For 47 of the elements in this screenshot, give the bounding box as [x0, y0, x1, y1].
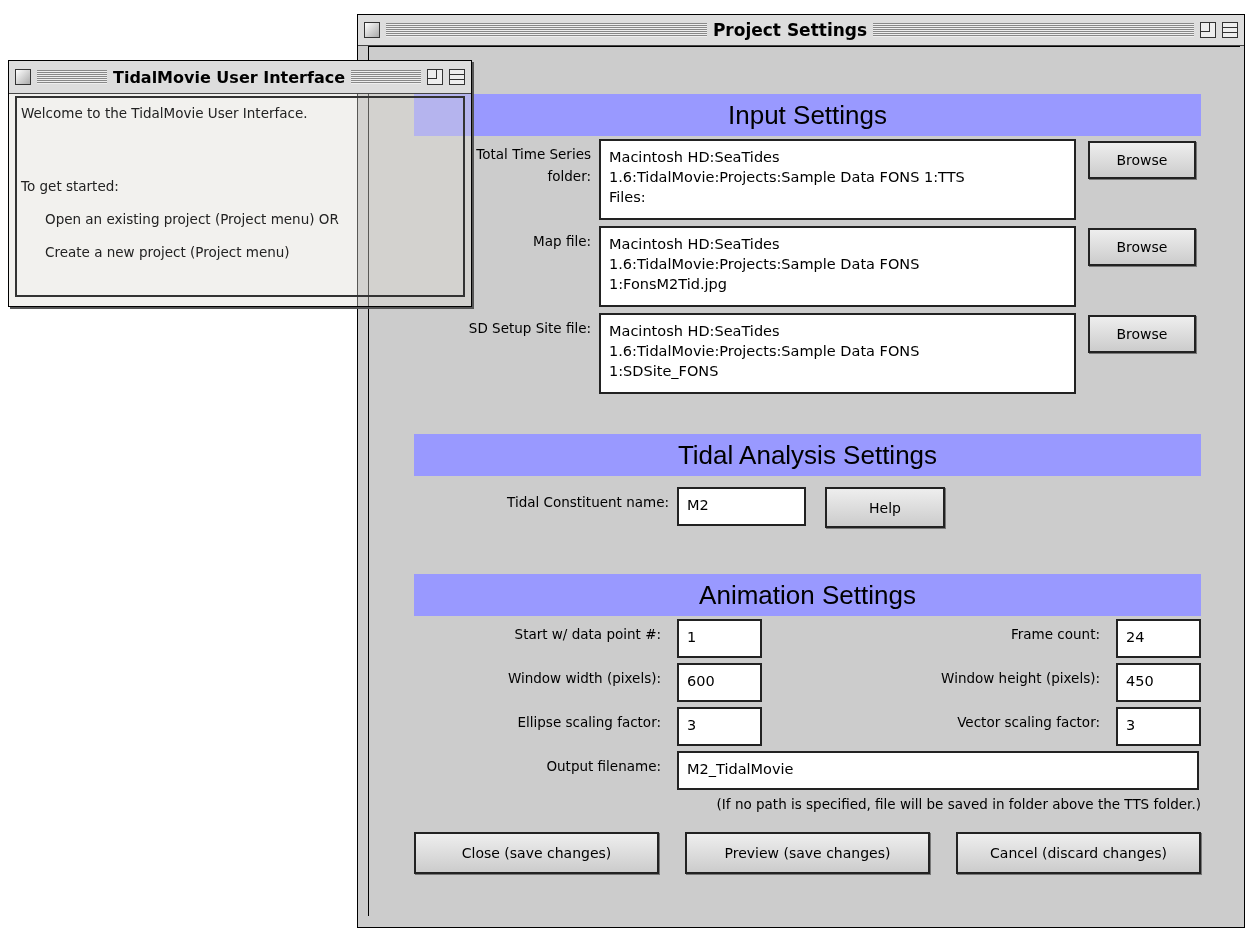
input-field[interactable]: 3 — [1116, 707, 1201, 746]
close-box-icon[interactable] — [15, 69, 31, 85]
title-stripes — [351, 70, 421, 84]
help-button[interactable]: Help — [825, 487, 945, 528]
field-label: Window width (pixels): — [506, 669, 661, 688]
path-field[interactable]: Macintosh HD:SeaTides 1.6:TidalMovie:Projects:Sample Data FONS 1:FonsM2Tid.jpg — [599, 226, 1076, 307]
input-field[interactable]: 600 — [677, 663, 762, 702]
close-box-icon[interactable] — [364, 22, 380, 38]
welcome-text: Open an existing project (Project menu) OR — [44, 210, 340, 229]
input-field[interactable]: 3 — [677, 707, 762, 746]
field-label: Frame count: — [1010, 625, 1100, 644]
zoom-box-icon[interactable] — [1200, 22, 1216, 38]
window-title: TidalMovie User Interface — [113, 67, 346, 87]
path-field[interactable]: Macintosh HD:SeaTides 1.6:TidalMovie:Projects:Sample Data FONS 1:SDSite_FONS — [599, 313, 1076, 394]
welcome-text: Welcome to the TidalMovie User Interface. — [21, 104, 309, 123]
field-label: Total Time Series folder: — [475, 145, 591, 186]
title-stripes — [37, 70, 107, 84]
field-label: Tidal Constituent name: — [506, 493, 669, 512]
input-field[interactable]: 1 — [677, 619, 762, 658]
input-field[interactable]: 450 — [1116, 663, 1201, 702]
zoom-box-icon[interactable] — [427, 69, 443, 85]
window-title: Project Settings — [712, 20, 868, 40]
collapse-box-icon[interactable] — [1222, 22, 1238, 38]
welcome-text: To get started: — [21, 177, 120, 196]
input-field[interactable]: M2 — [677, 487, 806, 526]
input-field[interactable]: 24 — [1116, 619, 1201, 658]
browse-button[interactable]: Browse — [1088, 315, 1196, 353]
section-heading: Input Settings — [414, 94, 1201, 136]
welcome-text: Create a new project (Project menu) — [44, 243, 291, 262]
field-label: Ellipse scaling factor: — [516, 713, 661, 732]
field-label: Start w/ data point #: — [513, 625, 661, 644]
collapse-box-icon[interactable] — [449, 69, 465, 85]
field-label: SD Setup Site file: — [468, 319, 591, 338]
section-heading: Animation Settings — [414, 574, 1201, 616]
field-label: Map file: — [533, 232, 591, 251]
section-heading: Tidal Analysis Settings — [414, 434, 1201, 476]
input-field[interactable]: M2_TidalMovie — [677, 751, 1199, 790]
action-button[interactable]: Close (save changes) — [414, 832, 659, 874]
field-label: Window height (pixels): — [940, 669, 1100, 688]
field-label: Output filename: — [545, 757, 661, 776]
path-field[interactable]: Macintosh HD:SeaTides 1.6:TidalMovie:Projects:Sample Data FONS 1:TTS Files: — [599, 139, 1076, 220]
field-label: Vector scaling factor: — [956, 713, 1100, 732]
hint-text: (If no path is specified, file will be saved in folder above the TTS folder.) — [715, 796, 1201, 812]
browse-button[interactable]: Browse — [1088, 228, 1196, 266]
browse-button[interactable]: Browse — [1088, 141, 1196, 179]
action-button[interactable]: Cancel (discard changes) — [956, 832, 1201, 874]
action-button[interactable]: Preview (save changes) — [685, 832, 930, 874]
